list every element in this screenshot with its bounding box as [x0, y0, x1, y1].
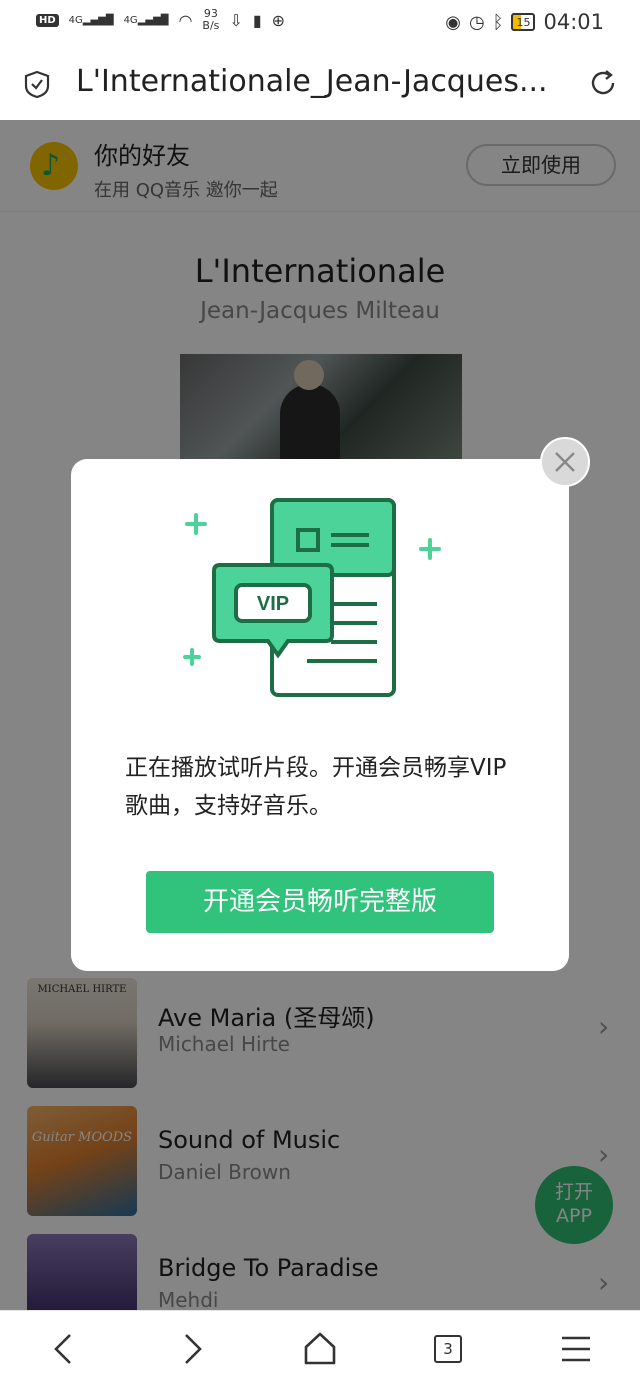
menu-icon[interactable]: [556, 1329, 596, 1369]
globe-icon: ⊕: [271, 10, 286, 30]
network-type-1: 4G: [68, 14, 83, 26]
modal-message: 正在播放试听片段。开通会员畅享VIP歌曲，支持好音乐。: [125, 755, 507, 819]
alarm-icon: ◷: [468, 11, 485, 33]
status-left: HD 4G▂▄▆█ 4G▂▄▆█ ◠ 93 B/s ⇩ ▮ ⊕: [36, 8, 285, 32]
battery-level: 15: [516, 15, 531, 29]
clock: 04:01: [543, 10, 604, 34]
battery-icon: 15: [511, 13, 536, 31]
vip-modal: VIP 正在播放试听片段。开通会员畅享VIP歌曲，支持好音乐。 开通会员畅听完整…: [71, 459, 569, 971]
security-shield-icon[interactable]: [24, 70, 50, 98]
reload-icon[interactable]: [588, 68, 618, 98]
close-icon: [555, 452, 575, 472]
hd-badge: HD: [36, 13, 59, 27]
download-icon: ⇩: [229, 10, 243, 30]
status-right: ◉ ◷ ᛒ 15 04:01: [445, 10, 604, 34]
tabs-button[interactable]: 3: [434, 1335, 462, 1363]
status-bar: HD 4G▂▄▆█ 4G▂▄▆█ ◠ 93 B/s ⇩ ▮ ⊕ ◉ ◷ ᛒ 15 …: [0, 0, 640, 44]
network-type-2: 4G: [123, 14, 138, 26]
vip-badge-text: VIP: [257, 593, 289, 615]
forward-icon[interactable]: [172, 1329, 212, 1369]
speed-unit: B/s: [202, 19, 220, 32]
page-title: L'Internationale_Jean-Jacques...: [76, 64, 548, 99]
back-icon[interactable]: [44, 1329, 84, 1369]
network-speed: 93 B/s: [202, 8, 219, 32]
eye-icon: ◉: [445, 11, 461, 33]
vip-illustration-icon: VIP: [183, 498, 441, 697]
wifi-icon: ◠: [178, 10, 193, 30]
open-vip-button[interactable]: 开通会员畅听完整版: [146, 871, 494, 933]
alert-icon: ▮: [252, 10, 262, 30]
signal-icon: 4G▂▄▆█: [68, 14, 114, 26]
browser-header: L'Internationale_Jean-Jacques...: [0, 44, 640, 120]
bluetooth-icon: ᛒ: [492, 11, 504, 33]
home-icon[interactable]: [300, 1329, 340, 1369]
modal-close-button[interactable]: [540, 437, 590, 487]
signal-icon-2: 4G▂▄▆█: [123, 14, 169, 26]
browser-toolbar: 3: [0, 1310, 640, 1386]
